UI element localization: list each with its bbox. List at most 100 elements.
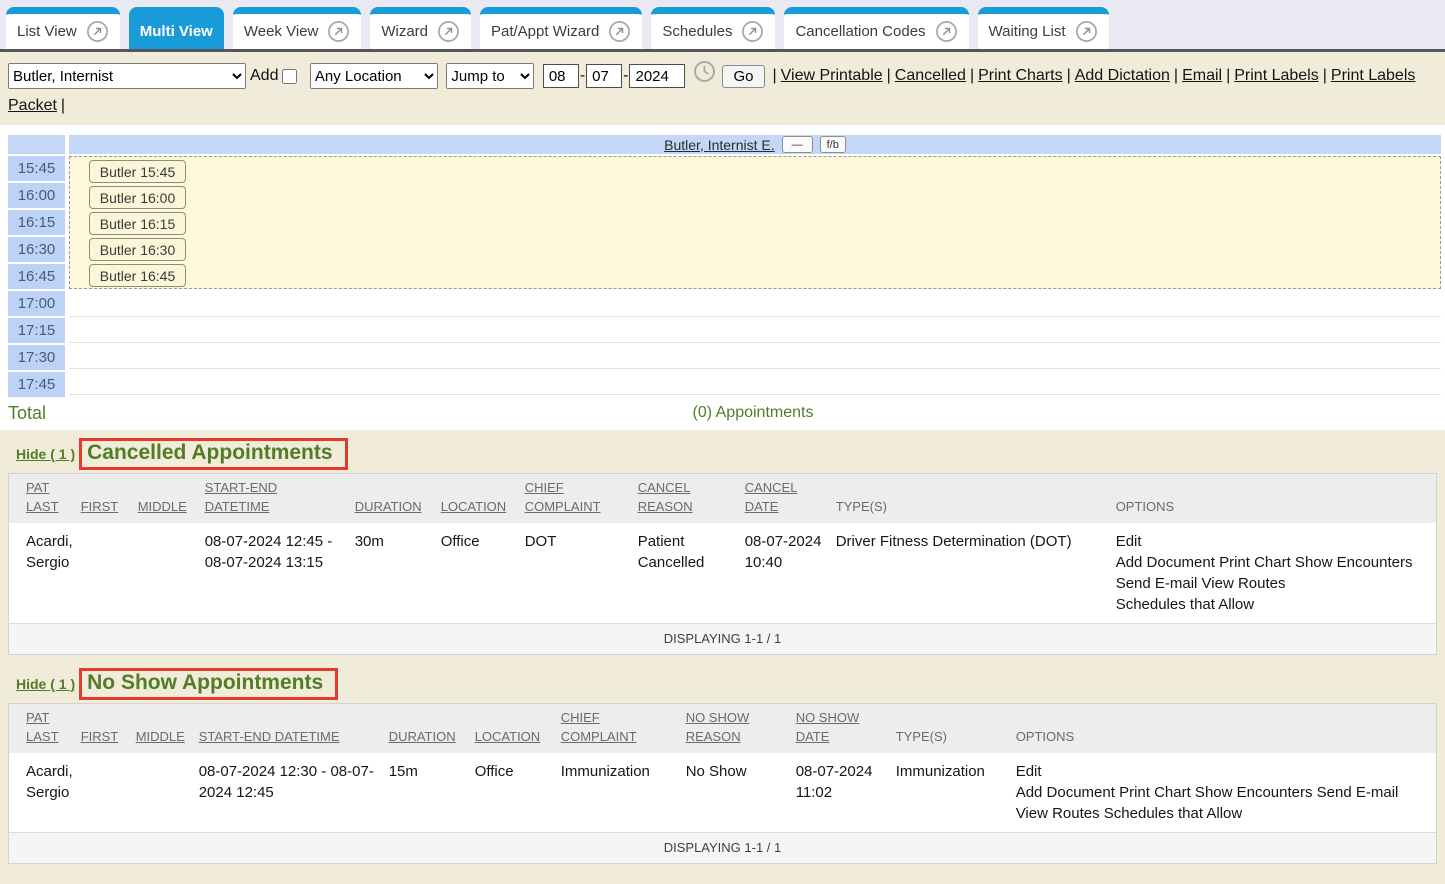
noshow-header-row: PATLAST FIRST MIDDLE START-END DATETIME … (9, 703, 1437, 752)
cell-noshow-date: 08-07-2024 11:02 (796, 753, 896, 833)
collapse-column-button[interactable]: — (782, 136, 813, 153)
col-start-end-datetime[interactable]: START-ENDDATETIME (205, 474, 355, 523)
option-edit[interactable]: Edit (1016, 761, 1428, 782)
col-types: TYPE(S) (896, 703, 1016, 752)
option-actions-line[interactable]: Schedules that Allow (1116, 594, 1428, 615)
date-year-input[interactable] (629, 64, 685, 88)
open-new-window-icon[interactable] (608, 20, 631, 43)
cancelled-header-row: PATLAST FIRST MIDDLE START-ENDDATETIME D… (9, 474, 1437, 523)
tab-label: Cancellation Codes (795, 23, 925, 40)
tab-multi-view[interactable]: Multi View (129, 7, 224, 49)
link-separator: | (887, 67, 891, 84)
toolbar-link-print-charts[interactable]: Print Charts (978, 67, 1062, 84)
time-label: 17:00 (8, 291, 65, 316)
cancelled-displaying-footer: DISPLAYING 1-1 / 1 (9, 623, 1437, 654)
col-location[interactable]: LOCATION (475, 703, 561, 752)
clock-icon[interactable] (693, 70, 716, 87)
col-chief-complaint[interactable]: CHIEFCOMPLAINT (561, 703, 686, 752)
add-checkbox[interactable] (282, 69, 297, 84)
time-label: 16:45 (8, 264, 65, 289)
time-label: 16:30 (8, 237, 65, 262)
col-cancel-date[interactable]: CANCELDATE (745, 474, 836, 523)
tab-list-view[interactable]: List View (6, 7, 120, 49)
toolbar-link-cancelled[interactable]: Cancelled (895, 67, 966, 84)
date-month-input[interactable] (543, 64, 579, 88)
open-new-window-icon[interactable] (86, 20, 109, 43)
time-label: 17:15 (8, 318, 65, 343)
cancelled-hide-link[interactable]: Hide ( 1 ) (16, 446, 75, 462)
col-first[interactable]: FIRST (81, 703, 136, 752)
toolbar-link-print-labels[interactable]: Print Labels (1234, 67, 1319, 84)
open-slot-button[interactable]: Butler 16:00 (89, 186, 186, 209)
col-chief-complaint[interactable]: CHIEFCOMPLAINT (525, 474, 638, 523)
col-pat-last[interactable]: PATLAST (9, 474, 81, 523)
cell-pat-last: Acardi, Sergio (9, 523, 81, 624)
col-middle[interactable]: MIDDLE (136, 703, 199, 752)
tab-label: Pat/Appt Wizard (491, 23, 599, 40)
col-noshow-date[interactable]: NO SHOWDATE (796, 703, 896, 752)
cell-middle (136, 753, 199, 833)
provider-schedule-column: Butler 15:45 Butler 16:00 Butler 16:15 B… (69, 156, 1441, 399)
col-pat-last[interactable]: PATLAST (9, 703, 81, 752)
view-tab-bar: List View Multi View Week View Wizard Pa… (0, 0, 1445, 52)
option-actions-line[interactable]: Send E-mail View Routes (1116, 573, 1428, 594)
jump-to-select[interactable]: Jump to (446, 63, 534, 89)
link-separator: | (1067, 67, 1071, 84)
col-noshow-reason[interactable]: NO SHOWREASON (686, 703, 796, 752)
open-new-window-icon[interactable] (437, 20, 460, 43)
col-duration[interactable]: DURATION (389, 703, 475, 752)
option-actions-line[interactable]: Add Document Print Chart Show Encounters… (1016, 782, 1428, 803)
grid-corner-cell (8, 135, 65, 154)
provider-link[interactable]: Butler, Internist E. (664, 137, 775, 153)
toolbar-link-add-dictation[interactable]: Add Dictation (1075, 67, 1170, 84)
open-slot-button[interactable]: Butler 15:45 (89, 160, 186, 183)
noshow-section-header: Hide ( 1 ) No Show Appointments (16, 668, 1437, 700)
open-new-window-icon[interactable] (327, 20, 350, 43)
col-location[interactable]: LOCATION (441, 474, 525, 523)
tab-cancellation-codes[interactable]: Cancellation Codes (784, 7, 968, 49)
tab-pat-appt-wizard[interactable]: Pat/Appt Wizard (480, 7, 642, 49)
open-new-window-icon[interactable] (1075, 20, 1098, 43)
open-slot-button[interactable]: Butler 16:45 (89, 264, 186, 287)
col-start-end-datetime[interactable]: START-END DATETIME (199, 703, 389, 752)
col-types: TYPE(S) (836, 474, 1116, 523)
tab-waiting-list[interactable]: Waiting List (978, 7, 1109, 49)
cell-chief-complaint: DOT (525, 523, 638, 624)
tab-label: Waiting List (989, 23, 1066, 40)
cell-types: Immunization (896, 753, 1016, 833)
option-actions-line[interactable]: Add Document Print Chart Show Encounters (1116, 552, 1428, 573)
date-separator: - (580, 67, 585, 84)
date-day-input[interactable] (586, 64, 622, 88)
total-label: Total (8, 403, 65, 424)
open-new-window-icon[interactable] (935, 20, 958, 43)
open-slot-button[interactable]: Butler 16:15 (89, 212, 186, 235)
cancelled-section-title: Cancelled Appointments (87, 441, 332, 464)
link-separator: | (1226, 67, 1230, 84)
noshow-appointment-row: Acardi, Sergio 08-07-2024 12:30 - 08-07-… (9, 753, 1437, 833)
col-cancel-reason[interactable]: CANCELREASON (638, 474, 745, 523)
provider-select[interactable]: Butler, Internist (8, 63, 246, 89)
go-button[interactable]: Go (722, 65, 764, 88)
tab-wizard[interactable]: Wizard (370, 7, 471, 49)
noshow-hide-link[interactable]: Hide ( 1 ) (16, 676, 75, 692)
open-slot-block: Butler 15:45 Butler 16:00 Butler 16:15 B… (69, 156, 1441, 289)
multi-view-schedule-grid: Butler, Internist E. — f/b 15:45 16:00 1… (8, 135, 1441, 426)
link-separator: | (970, 67, 974, 84)
time-label: 17:30 (8, 345, 65, 370)
location-select[interactable]: Any Location (310, 63, 438, 89)
toolbar-link-email[interactable]: Email (1182, 67, 1222, 84)
open-new-window-icon[interactable] (741, 20, 764, 43)
tab-week-view[interactable]: Week View (233, 7, 361, 49)
option-actions-line[interactable]: View Routes Schedules that Allow (1016, 803, 1428, 824)
time-label: 17:45 (8, 372, 65, 397)
col-duration[interactable]: DURATION (355, 474, 441, 523)
total-row: Total (0) Appointments (8, 400, 1441, 426)
tab-schedules[interactable]: Schedules (651, 7, 775, 49)
col-middle[interactable]: MIDDLE (138, 474, 205, 523)
empty-schedule-row (69, 343, 1441, 369)
option-edit[interactable]: Edit (1116, 531, 1428, 552)
toolbar-link-view-printable[interactable]: View Printable (781, 67, 883, 84)
col-first[interactable]: FIRST (81, 474, 138, 523)
open-slot-button[interactable]: Butler 16:30 (89, 238, 186, 261)
forward-back-button[interactable]: f/b (820, 136, 846, 153)
